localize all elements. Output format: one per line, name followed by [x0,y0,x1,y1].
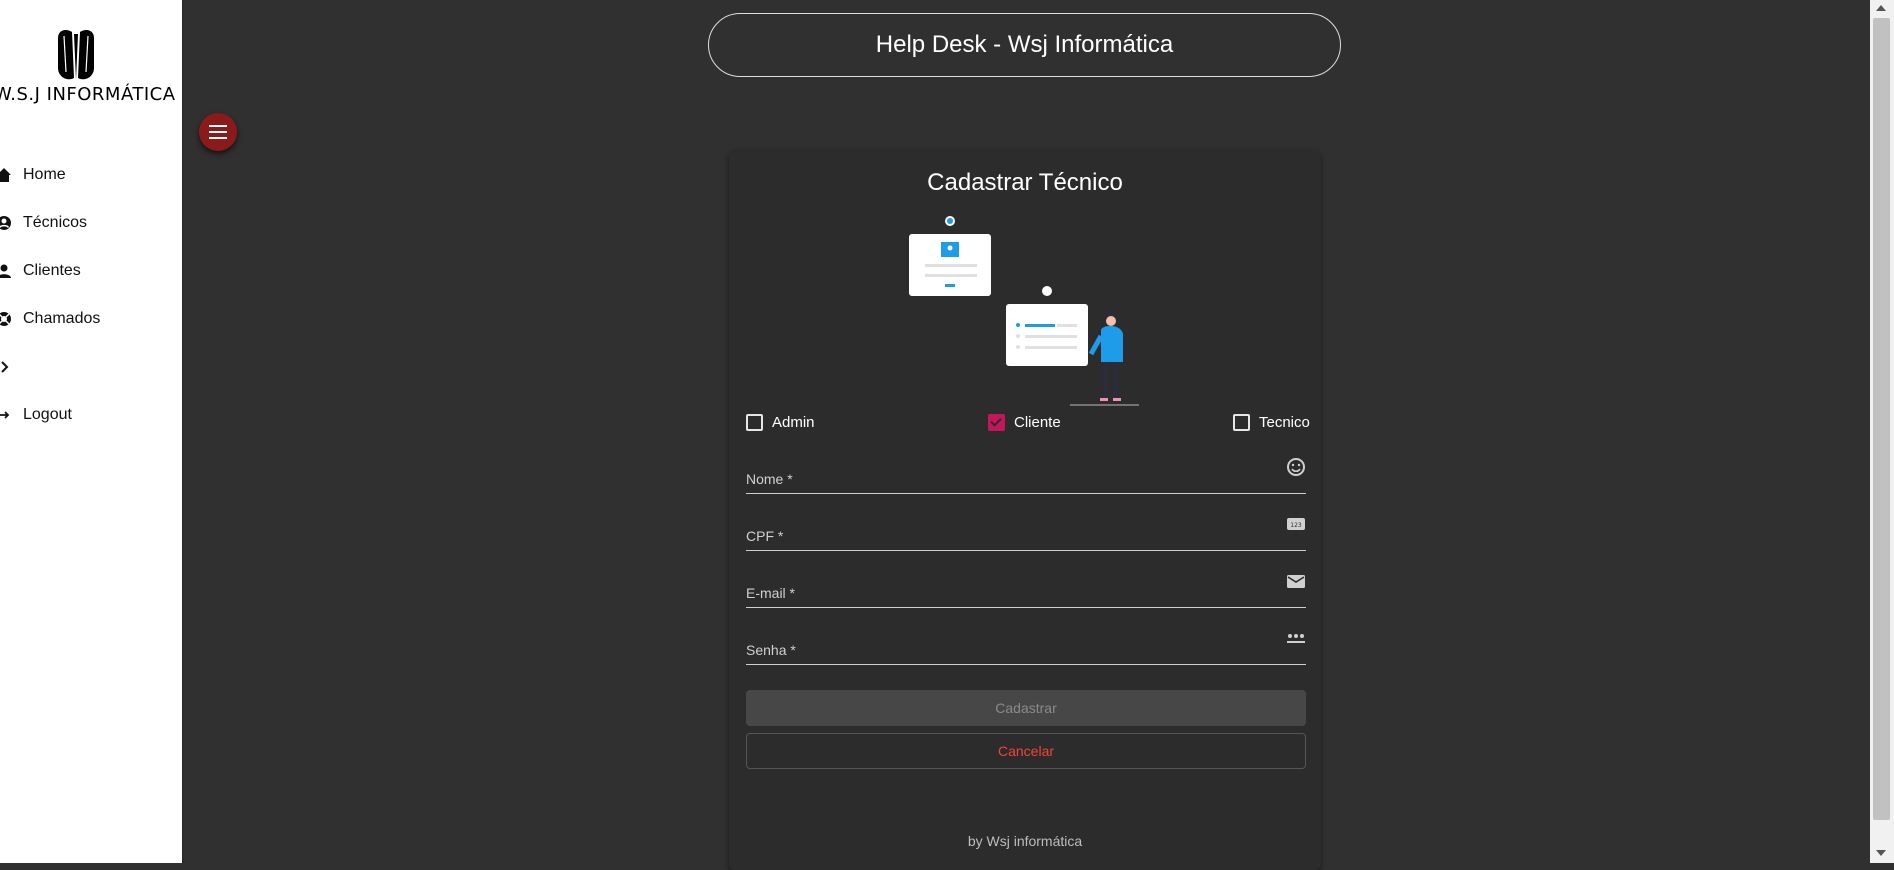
logo-text: W.S.J INFORMÁTICA [0,84,176,105]
sidebar-item-tecnicos[interactable]: Técnicos [0,199,182,247]
svg-text:123: 123 [1290,522,1302,529]
logo-mark-icon [58,30,94,80]
sidebar-item-expand[interactable] [0,343,182,391]
sidebar-item-logout[interactable]: Logout [0,391,182,439]
checkbox-admin[interactable]: Admin [746,414,815,431]
nome-field[interactable]: Nome * [746,457,1306,494]
support-icon [0,312,11,326]
checkbox-cliente[interactable]: Cliente [988,414,1061,431]
chevron-right-icon [1,361,9,373]
field-label: E-mail * [746,585,796,601]
profile-checkboxes: Admin Cliente Tecnico [746,414,1310,438]
registration-illustration [909,216,1139,406]
sidebar-item-label: Logout [23,406,72,423]
home-icon [0,168,11,182]
senha-field[interactable]: Senha * [746,628,1306,665]
sidebar-nav: Home Técnicos Clientes Chamados Logout [0,151,182,439]
field-label: Nome * [746,471,793,487]
scroll-up-arrow-icon[interactable] [1876,5,1886,11]
cadastrar-button[interactable]: Cadastrar [746,690,1306,726]
sidebar-item-clientes[interactable]: Clientes [0,247,182,295]
checkbox-tecnico[interactable]: Tecnico [1233,414,1310,431]
page-title: Help Desk - Wsj Informática [875,31,1174,58]
sidebar-item-label: Clientes [23,262,81,279]
password-icon [1287,634,1305,643]
checkbox-label: Tecnico [1259,414,1310,431]
scroll-down-arrow-icon[interactable] [1876,850,1886,856]
person-icon [0,264,11,278]
sidebar-item-label: Técnicos [23,214,88,231]
page-scrollbar[interactable] [1870,0,1894,863]
email-field[interactable]: E-mail * [746,571,1306,608]
sidebar-item-chamados[interactable]: Chamados [0,295,182,343]
field-label: CPF * [746,528,784,544]
checkbox-label: Cliente [1014,414,1061,431]
form-title: Cadastrar Técnico [927,169,1123,196]
checkbox-box[interactable] [1233,414,1250,431]
logout-icon [0,411,10,419]
cpf-field[interactable]: CPF * 123 [746,514,1306,551]
register-card: Cadastrar Técnico Admin Cliente Tecnico … [729,150,1321,870]
numbers-123-icon: 123 [1287,518,1305,530]
menu-toggle-button[interactable] [199,113,237,151]
account-circle-icon [0,216,11,230]
logo: W.S.J INFORMÁTICA [0,22,175,112]
mail-icon [1287,575,1305,588]
checkbox-label: Admin [772,414,815,431]
sidebar-item-label: Home [23,166,66,183]
smiley-icon [1287,458,1305,476]
menu-icon [209,123,227,141]
checkbox-box-checked[interactable] [988,414,1005,431]
cancel-button[interactable]: Cancelar [746,733,1306,769]
field-label: Senha * [746,642,796,658]
sidebar: W.S.J INFORMÁTICA Home Técnicos Clientes [0,0,183,863]
footer-credit: by Wsj informática [967,833,1083,849]
sidebar-item-label: Chamados [23,310,101,327]
checkbox-box[interactable] [746,414,763,431]
page-header: Help Desk - Wsj Informática [708,13,1341,77]
sidebar-item-home[interactable]: Home [0,151,182,199]
scroll-thumb[interactable] [1873,18,1890,820]
